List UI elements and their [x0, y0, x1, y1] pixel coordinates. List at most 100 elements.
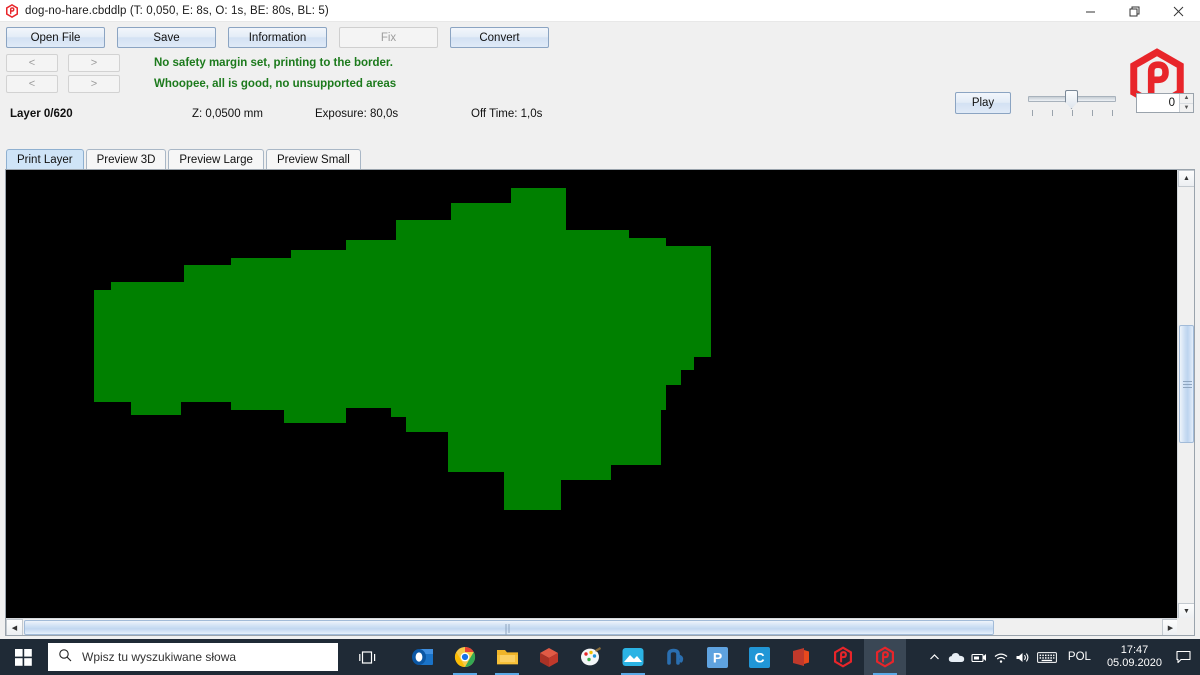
margin-prev-button[interactable]: < — [6, 54, 58, 72]
layer-render-surface[interactable] — [6, 170, 1179, 620]
layer-viewport[interactable]: ▲ ▼ ◀ ▶ — [5, 169, 1195, 636]
tab-preview-large[interactable]: Preview Large — [168, 149, 264, 170]
scroll-up-button[interactable]: ▲ — [1178, 170, 1194, 187]
start-button[interactable] — [0, 639, 46, 675]
margin-next-button[interactable]: > — [68, 54, 120, 72]
slider-tick — [1092, 110, 1093, 116]
cloud-icon — [949, 652, 965, 662]
tab-preview-3d[interactable]: Preview 3D — [85, 149, 167, 170]
stepper-increment-button[interactable]: ▲ — [1180, 94, 1193, 104]
windows-logo-icon — [14, 648, 32, 666]
unsupported-areas-message: Whoopee, all is good, no unsupported are… — [154, 78, 397, 90]
svg-text:P: P — [712, 649, 721, 665]
tinkercad-icon — [667, 648, 684, 665]
taskbar-app-uvtools-active[interactable] — [864, 639, 906, 675]
wifi-icon — [994, 653, 1008, 663]
scrollbar-grip-icon — [505, 624, 513, 635]
taskbar-app-photos[interactable] — [612, 639, 654, 675]
search-placeholder-text: Wpisz tu wyszukiwane słowa — [82, 650, 237, 664]
layer-number-stepper[interactable]: ▲ ▼ — [1136, 93, 1194, 113]
file-explorer-icon — [496, 650, 518, 665]
search-icon — [58, 648, 72, 667]
taskbar-search-box[interactable]: Wpisz tu wyszukiwane słowa — [48, 643, 338, 671]
slider-tick — [1032, 110, 1033, 116]
cura-icon: C — [748, 646, 770, 668]
task-view-icon — [358, 650, 375, 664]
taskbar-app-list: P C — [402, 639, 906, 675]
taskbar-app-paint-3d[interactable] — [570, 639, 612, 675]
layer-number-input[interactable] — [1137, 94, 1179, 112]
taskbar-app-office[interactable] — [780, 639, 822, 675]
slider-tick — [1052, 110, 1053, 116]
vertical-scrollbar[interactable]: ▲ ▼ — [1177, 170, 1194, 620]
window-title: dog-no-hare.cbddlp (T: 0,050, E: 8s, O: … — [25, 4, 329, 17]
stepper-decrement-button[interactable]: ▼ — [1180, 103, 1193, 112]
uvtools-logo-icon — [5, 3, 19, 18]
tray-date: 05.09.2020 — [1106, 657, 1162, 669]
chevron-up-icon — [930, 653, 940, 659]
taskbar-app-chrome[interactable] — [444, 639, 486, 675]
close-button[interactable] — [1156, 0, 1200, 22]
taskbar-app-3d-viewer[interactable] — [528, 639, 570, 675]
play-button[interactable]: Play — [955, 92, 1011, 114]
speaker-icon — [1016, 652, 1029, 662]
restore-button[interactable] — [1112, 0, 1156, 22]
scroll-left-button[interactable]: ◀ — [6, 619, 23, 635]
view-tabs: Print Layer Preview 3D Preview Large Pre… — [6, 148, 363, 170]
taskbar-app-cura[interactable]: C — [738, 639, 780, 675]
window-title-bar: dog-no-hare.cbddlp (T: 0,050, E: 8s, O: … — [0, 0, 1200, 22]
playback-controls: Play ▲ ▼ — [955, 88, 1194, 118]
taskbar-app-prusa-slicer[interactable]: P — [696, 639, 738, 675]
tray-volume[interactable] — [1012, 639, 1034, 675]
uvtools-active-icon — [875, 646, 895, 668]
save-button[interactable]: Save — [117, 27, 216, 48]
action-center-icon — [1175, 650, 1191, 664]
outlook-icon — [412, 649, 433, 665]
fix-button: Fix — [339, 27, 438, 48]
slider-tick — [1112, 110, 1113, 116]
tray-network[interactable] — [990, 639, 1012, 675]
scrollbar-corner — [1177, 618, 1194, 635]
3d-viewer-icon — [540, 648, 558, 667]
system-tray: POL 17:47 05.09.2020 — [924, 639, 1200, 675]
horizontal-scrollbar[interactable]: ◀ ▶ — [6, 618, 1179, 635]
status-exposure: Exposure: 80,0s — [315, 108, 399, 120]
convert-button[interactable]: Convert — [450, 27, 549, 48]
tab-preview-small[interactable]: Preview Small — [265, 149, 361, 170]
taskbar-app-outlook[interactable] — [402, 639, 444, 675]
slider-tick — [1072, 110, 1073, 116]
tray-onedrive[interactable] — [946, 639, 968, 675]
main-toolbar: Open File Save Information Fix Convert — [0, 22, 1200, 48]
margin-nav-row: < > No safety margin set, printing to th… — [0, 54, 1200, 72]
uvtools-icon — [833, 646, 853, 668]
support-prev-button[interactable]: < — [6, 75, 58, 93]
window-controls — [1068, 0, 1200, 22]
taskbar-app-file-explorer[interactable] — [486, 639, 528, 675]
prusa-slicer-icon: P — [706, 646, 728, 668]
information-button[interactable]: Information — [228, 27, 327, 48]
tray-clock[interactable]: 17:47 05.09.2020 — [1099, 644, 1170, 670]
layer-slider-thumb[interactable] — [1065, 90, 1078, 109]
task-view-button[interactable] — [344, 639, 390, 675]
status-layer-index: Layer 0/620 — [10, 108, 73, 120]
tray-expand-button[interactable] — [924, 639, 946, 675]
status-off-time: Off Time: 1,0s — [471, 108, 543, 120]
minimize-button[interactable] — [1068, 0, 1112, 22]
layer-slider[interactable] — [1028, 88, 1116, 118]
office-icon — [793, 648, 809, 666]
tray-language-indicator[interactable]: POL — [1060, 651, 1099, 663]
tray-keyboard[interactable] — [1034, 639, 1060, 675]
vertical-scrollbar-thumb[interactable] — [1179, 325, 1194, 443]
support-next-button[interactable]: > — [68, 75, 120, 93]
photos-icon — [622, 648, 644, 666]
taskbar-app-tinkercad[interactable] — [654, 639, 696, 675]
keyboard-icon — [1037, 651, 1057, 663]
application-window: Open File Save Information Fix Convert <… — [0, 22, 1200, 659]
tray-time: 17:47 — [1120, 644, 1149, 656]
taskbar-app-uvtools[interactable] — [822, 639, 864, 675]
action-center-button[interactable] — [1170, 639, 1196, 675]
tab-print-layer[interactable]: Print Layer — [6, 149, 84, 170]
horizontal-scrollbar-thumb[interactable] — [24, 620, 994, 635]
tray-removable-device[interactable] — [968, 639, 990, 675]
open-file-button[interactable]: Open File — [6, 27, 105, 48]
